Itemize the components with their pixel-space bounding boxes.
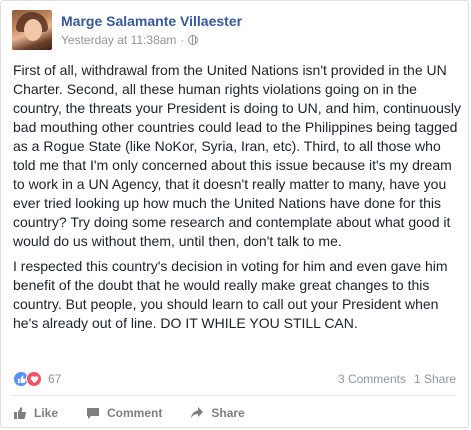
comment-label: Comment <box>107 406 163 420</box>
post-timestamp[interactable]: Yesterday at 11:38am <box>61 33 176 47</box>
heart-icon[interactable] <box>26 371 42 387</box>
post-meta: Yesterday at 11:38am · <box>61 33 199 47</box>
comments-count[interactable]: 3 Comments <box>338 372 406 386</box>
share-arrow-icon <box>191 407 204 419</box>
speech-bubble-icon <box>87 408 100 419</box>
stats-right: 3 Comments 1 Share <box>338 372 456 386</box>
post-paragraph: I respected this country's decision in v… <box>13 258 448 331</box>
share-label: Share <box>211 406 245 420</box>
author-name[interactable]: Marge Salamante Villaester <box>61 13 242 29</box>
thumbs-up-icon <box>14 407 27 419</box>
like-label: Like <box>34 406 59 420</box>
post-body: First of all, withdrawal from the United… <box>13 61 461 339</box>
post-stats: 67 3 Comments 1 Share <box>13 369 456 389</box>
avatar-face <box>24 19 42 41</box>
like-button[interactable]: Like <box>13 406 58 420</box>
shares-count[interactable]: 1 Share <box>414 372 456 386</box>
globe-icon[interactable] <box>188 35 199 45</box>
reaction-count[interactable]: 67 <box>48 372 61 386</box>
avatar[interactable] <box>12 10 52 50</box>
facebook-post: Marge Salamante Villaester Yesterday at … <box>0 0 469 428</box>
meta-separator: · <box>180 33 185 47</box>
divider <box>13 395 456 396</box>
action-bar: Like Comment Share <box>13 401 456 425</box>
share-button[interactable]: Share <box>190 406 245 420</box>
post-paragraph: First of all, withdrawal from the United… <box>13 62 461 249</box>
comment-button[interactable]: Comment <box>86 406 162 420</box>
